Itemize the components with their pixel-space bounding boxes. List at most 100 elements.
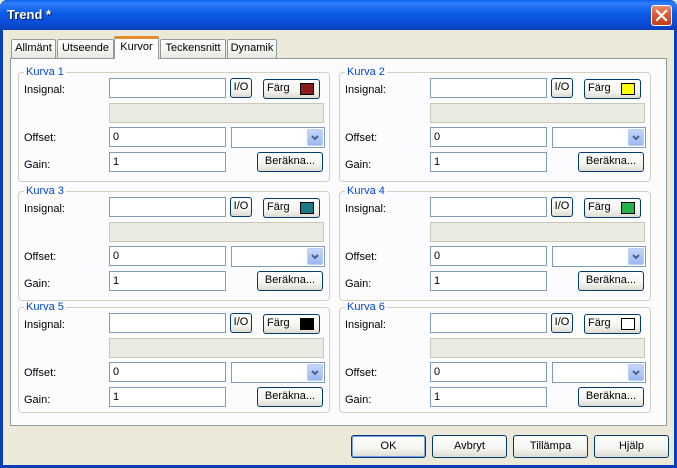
close-button[interactable]: [651, 5, 672, 26]
curve-group-title: Kurva 2: [345, 66, 387, 78]
calculate-button[interactable]: Beräkna...: [257, 387, 323, 407]
gain-input[interactable]: 1: [430, 271, 547, 291]
io-button[interactable]: I/O: [230, 313, 252, 333]
insignal-description-field: [430, 103, 645, 123]
offset-input[interactable]: 0: [430, 362, 547, 382]
offset-label: Offset:: [345, 132, 378, 144]
insignal-description-field: [430, 338, 645, 358]
offset-dropdown[interactable]: [552, 127, 646, 148]
offset-dropdown[interactable]: [552, 246, 646, 267]
insignal-label: Insignal:: [24, 84, 65, 96]
io-button[interactable]: I/O: [551, 313, 573, 333]
insignal-label: Insignal:: [345, 319, 386, 331]
close-icon: [655, 9, 668, 22]
offset-input[interactable]: 0: [109, 246, 226, 266]
insignal-input[interactable]: [430, 313, 547, 333]
tab-utseende[interactable]: Utseende: [57, 39, 114, 58]
calculate-button[interactable]: Beräkna...: [257, 152, 323, 172]
calculate-button[interactable]: Beräkna...: [578, 387, 644, 407]
dropdown-arrow[interactable]: [307, 129, 323, 146]
gain-input[interactable]: 1: [109, 152, 226, 172]
offset-label: Offset:: [24, 251, 57, 263]
offset-dropdown[interactable]: [231, 127, 325, 148]
offset-input[interactable]: 0: [109, 362, 226, 382]
color-button[interactable]: Färg: [263, 314, 320, 334]
gain-input[interactable]: 1: [109, 271, 226, 291]
color-swatch: [621, 202, 635, 214]
gain-label: Gain:: [345, 278, 372, 290]
curve-group-title: Kurva 5: [24, 301, 66, 313]
insignal-label: Insignal:: [345, 84, 386, 96]
offset-input[interactable]: 0: [109, 127, 226, 147]
offset-label: Offset:: [345, 251, 378, 263]
curve-group-title: Kurva 1: [24, 66, 66, 78]
curve-group-title: Kurva 3: [24, 185, 66, 197]
gain-input[interactable]: 1: [430, 152, 547, 172]
dropdown-arrow[interactable]: [307, 364, 323, 381]
color-button-label: Färg: [588, 317, 611, 329]
color-button[interactable]: Färg: [263, 198, 320, 218]
offset-dropdown[interactable]: [552, 362, 646, 383]
color-button-label: Färg: [267, 82, 290, 94]
color-swatch: [621, 318, 635, 330]
insignal-label: Insignal:: [345, 203, 386, 215]
chevron-down-icon: [632, 135, 640, 141]
offset-input[interactable]: 0: [430, 246, 547, 266]
io-button[interactable]: I/O: [551, 78, 573, 98]
offset-dropdown[interactable]: [231, 246, 325, 267]
color-button[interactable]: Färg: [584, 79, 641, 99]
dropdown-arrow[interactable]: [628, 364, 644, 381]
gain-label: Gain:: [24, 159, 51, 171]
calculate-button[interactable]: Beräkna...: [578, 152, 644, 172]
io-button[interactable]: I/O: [230, 78, 252, 98]
gain-label: Gain:: [24, 278, 51, 290]
gain-label: Gain:: [345, 394, 372, 406]
offset-label: Offset:: [24, 132, 57, 144]
insignal-input[interactable]: [109, 313, 226, 333]
tab-kurvor[interactable]: Kurvor: [114, 36, 159, 59]
chevron-down-icon: [311, 254, 319, 260]
offset-label: Offset:: [24, 367, 57, 379]
apply-button[interactable]: Tillämpa: [513, 435, 588, 458]
io-button[interactable]: I/O: [551, 197, 573, 217]
insignal-input[interactable]: [430, 197, 547, 217]
tab-dynamik[interactable]: Dynamik: [227, 39, 277, 58]
offset-label: Offset:: [345, 367, 378, 379]
insignal-input[interactable]: [430, 78, 547, 98]
gain-input[interactable]: 1: [109, 387, 226, 407]
color-button[interactable]: Färg: [263, 79, 320, 99]
color-button[interactable]: Färg: [584, 198, 641, 218]
insignal-description-field: [430, 222, 645, 242]
ok-button[interactable]: OK: [351, 435, 426, 458]
curve-group-title: Kurva 6: [345, 301, 387, 313]
calculate-button[interactable]: Beräkna...: [257, 271, 323, 291]
offset-dropdown[interactable]: [231, 362, 325, 383]
tab-teckensnitt[interactable]: Teckensnitt: [160, 39, 226, 58]
color-button-label: Färg: [267, 317, 290, 329]
gain-label: Gain:: [24, 394, 51, 406]
color-swatch: [300, 202, 314, 214]
window-title: Trend *: [7, 7, 52, 22]
gain-input[interactable]: 1: [430, 387, 547, 407]
tab-allmant[interactable]: Allmänt: [11, 39, 56, 58]
title-bar[interactable]: Trend *: [0, 0, 677, 30]
color-swatch: [621, 83, 635, 95]
insignal-label: Insignal:: [24, 203, 65, 215]
color-button-label: Färg: [588, 201, 611, 213]
calculate-button[interactable]: Beräkna...: [578, 271, 644, 291]
dropdown-arrow[interactable]: [628, 129, 644, 146]
cancel-button[interactable]: Avbryt: [432, 435, 507, 458]
insignal-description-field: [109, 103, 324, 123]
insignal-input[interactable]: [109, 78, 226, 98]
color-button[interactable]: Färg: [584, 314, 641, 334]
insignal-input[interactable]: [109, 197, 226, 217]
color-button-label: Färg: [588, 82, 611, 94]
insignal-description-field: [109, 222, 324, 242]
curve-group-title: Kurva 4: [345, 185, 387, 197]
dropdown-arrow[interactable]: [307, 248, 323, 265]
io-button[interactable]: I/O: [230, 197, 252, 217]
offset-input[interactable]: 0: [430, 127, 547, 147]
dropdown-arrow[interactable]: [628, 248, 644, 265]
help-button[interactable]: Hjälp: [594, 435, 669, 458]
color-swatch: [300, 83, 314, 95]
